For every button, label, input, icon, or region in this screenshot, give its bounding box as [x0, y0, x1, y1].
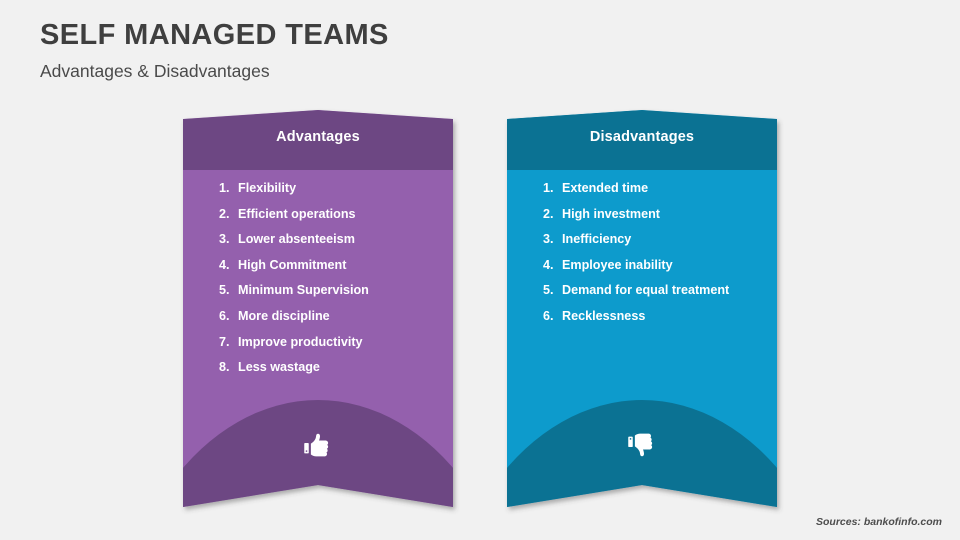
banner-header-advantages	[183, 110, 453, 170]
banner-arc-disadvantages	[507, 400, 777, 507]
source-attribution: Sources: bankofinfo.com	[815, 516, 942, 528]
slide-canvas: SELF MANAGED TEAMS Advantages & Disadvan…	[0, 0, 960, 540]
page-subtitle: Advantages & Disadvantages	[40, 61, 270, 82]
banner-shape-advantages	[183, 110, 453, 507]
banner-header-disadvantages	[507, 110, 777, 170]
panel-advantages[interactable]: Advantages 1. Flexibility 2. Efficient o…	[183, 110, 453, 507]
banner-arc-advantages	[183, 400, 453, 507]
panel-disadvantages[interactable]: Disadvantages 1. Extended time 2. High i…	[507, 110, 777, 507]
page-title: SELF MANAGED TEAMS	[40, 19, 389, 51]
slide-heading-block: SELF MANAGED TEAMS Advantages & Disadvan…	[40, 18, 740, 82]
banner-shape-disadvantages	[507, 110, 777, 507]
